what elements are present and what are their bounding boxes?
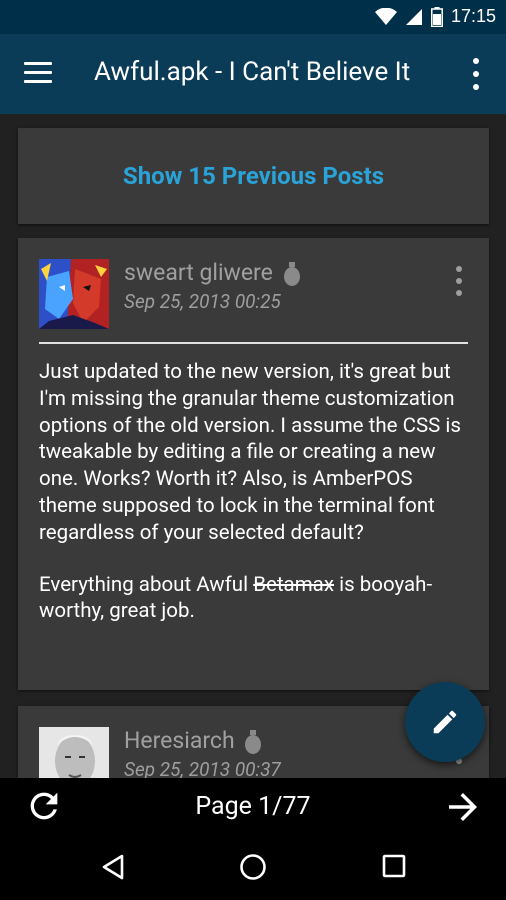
avatar[interactable]: [39, 259, 109, 329]
show-previous-posts-button[interactable]: Show 15 Previous Posts: [18, 128, 489, 224]
home-icon[interactable]: [238, 852, 268, 882]
system-nav-bar: [0, 838, 506, 900]
post-body: Just updated to the new version, it's gr…: [39, 359, 471, 650]
wifi-icon: [374, 7, 397, 25]
battery-icon: [430, 6, 443, 27]
pagination-bar: Page 1/77: [0, 778, 506, 838]
post-divider: [39, 342, 468, 344]
more-vert-icon[interactable]: [472, 58, 480, 90]
thread-title: Awful.apk - I Can't Believe It: [94, 57, 411, 87]
post-card: sweart gliwere Sep 25, 2013 00:25 Just u…: [18, 238, 489, 690]
post-text: Everything about Awful: [39, 572, 254, 597]
app-bar: Awful.apk - I Can't Believe It: [0, 34, 506, 114]
post-paragraph: Just updated to the new version, it's gr…: [39, 360, 461, 545]
status-time: 17:15: [450, 6, 496, 26]
grenade-icon: [283, 261, 300, 286]
page-indicator[interactable]: Page 1/77: [0, 792, 506, 821]
reply-fab[interactable]: [405, 682, 485, 762]
avatar[interactable]: [39, 727, 109, 778]
hamburger-icon[interactable]: [24, 62, 52, 86]
post-date: Sep 25, 2013 00:25: [124, 290, 281, 313]
status-bar: 17:15: [0, 0, 506, 34]
strikethrough-text: Betamax: [253, 572, 334, 597]
username-text: Heresiarch: [124, 727, 235, 754]
username-text: sweart gliwere: [124, 259, 273, 286]
more-vert-icon[interactable]: [455, 266, 463, 296]
status-icons: 17:15: [374, 6, 496, 27]
recents-icon[interactable]: [381, 853, 407, 879]
post-date: Sep 25, 2013 00:37: [124, 758, 281, 778]
signal-icon: [405, 8, 422, 25]
back-icon[interactable]: [98, 852, 128, 882]
edit-pencil-icon: [433, 710, 457, 734]
grenade-icon: [245, 729, 262, 754]
thread-content[interactable]: Show 15 Previous Posts sweart gliwere Se…: [0, 114, 506, 778]
username: sweart gliwere: [124, 259, 301, 286]
arrow-forward-icon[interactable]: [442, 786, 484, 828]
username: Heresiarch: [124, 727, 262, 754]
post-paragraph: Everything about Awful Betamax is booyah…: [39, 572, 471, 626]
show-previous-posts-card[interactable]: Show 15 Previous Posts: [18, 128, 489, 224]
